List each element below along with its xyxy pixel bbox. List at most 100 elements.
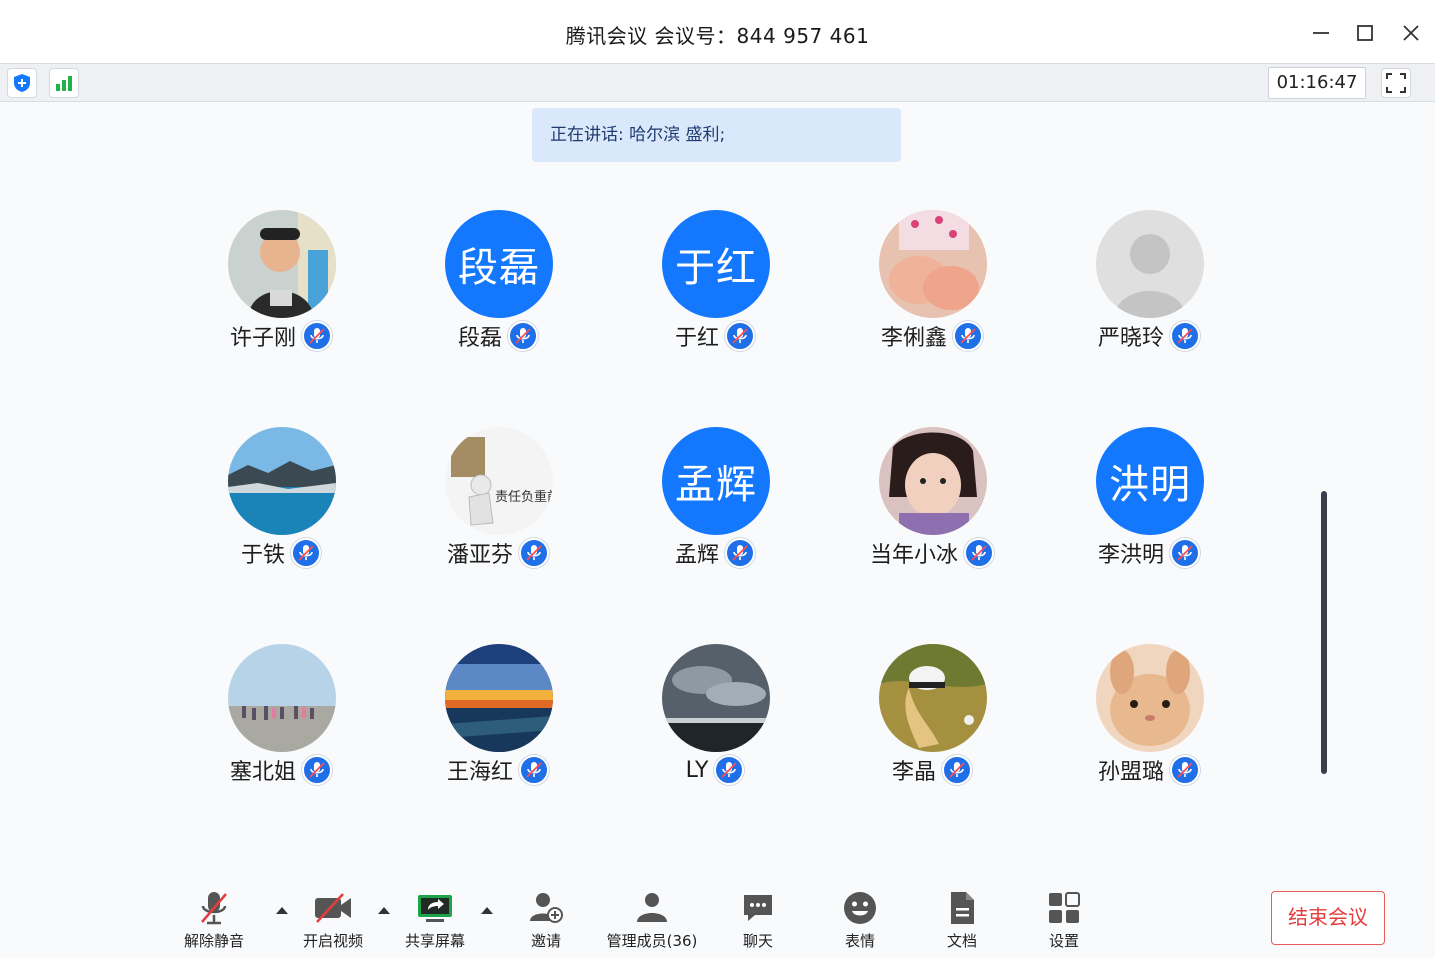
participant-name: 许子刚 <box>229 326 296 351</box>
invite-button[interactable]: 邀请 <box>520 888 572 952</box>
share-screen-icon <box>418 895 452 922</box>
mic-muted-icon <box>732 545 748 561</box>
documents-button[interactable]: 文档 <box>938 888 986 952</box>
participant-tile[interactable]: 严晓玲 <box>1041 210 1257 370</box>
mic-muted-icon <box>1177 762 1193 778</box>
participant-tile[interactable]: 洪明 李洪明 <box>1041 427 1257 587</box>
manage-members-label: 管理成员(36) <box>606 932 698 950</box>
mic-muted-icon <box>526 545 542 561</box>
audio-options-caret-icon[interactable] <box>274 904 290 916</box>
participant-tile[interactable]: 王海红 <box>390 644 606 804</box>
minimize-button[interactable] <box>1306 18 1336 48</box>
video-options-caret-icon[interactable] <box>376 904 392 916</box>
manage-members-button[interactable]: 管理成员(36) <box>602 888 702 952</box>
participant-tile[interactable]: 于铁 <box>173 427 389 587</box>
participant-mic-status <box>714 755 745 785</box>
participant-name: 李俐鑫 <box>880 326 947 351</box>
close-button[interactable] <box>1396 18 1426 48</box>
reactions-button[interactable]: 表情 <box>836 888 884 952</box>
mic-muted-icon <box>732 328 748 344</box>
participant-name-row: 李俐鑫 <box>824 320 1040 352</box>
fullscreen-icon <box>1386 73 1406 93</box>
participant-tile[interactable]: 段磊 段磊 <box>390 210 606 370</box>
participant-mic-status <box>302 755 332 785</box>
participant-avatar <box>879 427 987 535</box>
chat-button[interactable]: 聊天 <box>734 888 782 952</box>
mic-muted-icon <box>515 328 531 344</box>
participant-avatar <box>228 427 336 535</box>
participant-tile[interactable]: 李晶 <box>824 644 1040 804</box>
invite-user-icon <box>530 893 563 923</box>
settings-label: 设置 <box>1048 932 1079 950</box>
invite-label: 邀请 <box>530 932 561 950</box>
share-options-caret-icon[interactable] <box>479 904 495 916</box>
fullscreen-button[interactable] <box>1381 68 1411 98</box>
mic-muted-icon <box>298 545 314 561</box>
participant-name: 于红 <box>674 326 719 351</box>
participant-tile[interactable]: 当年小冰 <box>824 427 1040 587</box>
end-meeting-button[interactable]: 结束会议 <box>1271 891 1385 945</box>
participant-avatar <box>879 644 987 752</box>
participant-avatar <box>445 644 553 752</box>
participant-tile[interactable]: 孟辉 孟辉 <box>607 427 823 587</box>
share-screen-button[interactable]: 共享屏幕 <box>398 888 472 952</box>
window-title: 腾讯会议 会议号：844 957 461 <box>565 24 870 48</box>
unmute-button[interactable]: 解除静音 <box>178 888 250 952</box>
participant-mic-status <box>953 321 983 351</box>
reactions-label: 表情 <box>844 932 875 950</box>
participant-name-row: 段磊 <box>390 320 606 352</box>
participant-name: 塞北姐 <box>229 760 296 785</box>
participant-avatar <box>228 210 336 318</box>
mic-muted-icon <box>309 762 325 778</box>
participant-name: 严晓玲 <box>1097 326 1164 351</box>
participant-avatar <box>1096 644 1204 752</box>
participant-name-row: 潘亚芬 <box>390 537 606 569</box>
chat-label: 聊天 <box>742 932 773 950</box>
participant-mic-status <box>725 538 755 568</box>
participant-avatar: 洪明 <box>1096 427 1204 535</box>
meeting-timer: 01:16:47 <box>1268 67 1366 99</box>
participant-name-row: 当年小冰 <box>824 537 1040 569</box>
network-signal-button[interactable] <box>49 68 79 98</box>
participant-name-row: 孙盟璐 <box>1041 754 1257 786</box>
participant-avatar: 段磊 <box>445 210 553 318</box>
participant-scrollbar[interactable] <box>1321 491 1327 774</box>
maximize-button[interactable] <box>1350 18 1380 48</box>
settings-button[interactable]: 设置 <box>1040 888 1088 952</box>
participant-mic-status <box>942 755 972 785</box>
participant-tile[interactable]: 孙盟璐 <box>1041 644 1257 804</box>
smiley-icon <box>844 892 876 924</box>
mic-muted-icon <box>971 545 987 561</box>
security-button[interactable] <box>7 68 37 98</box>
speaking-indicator: 正在讲话: 哈尔滨 盛利; <box>532 108 901 162</box>
participant-name-row: 塞北姐 <box>173 754 389 786</box>
participant-mic-status <box>508 321 538 351</box>
participant-tile[interactable]: 塞北姐 <box>173 644 389 804</box>
participant-name-row: 于红 <box>607 320 823 352</box>
start-video-label: 开启视频 <box>302 932 363 950</box>
avatar-caption: 责任负重前 <box>495 489 553 505</box>
participant-mic-status <box>725 321 755 351</box>
start-video-button[interactable]: 开启视频 <box>297 888 369 952</box>
mic-muted-icon <box>721 762 738 778</box>
mic-muted-icon <box>309 328 325 344</box>
participant-tile[interactable]: 许子刚 <box>173 210 389 370</box>
participant-avatar <box>879 210 987 318</box>
participant-tile[interactable]: 责任负重前潘亚芬 <box>390 427 606 587</box>
participant-avatar: 责任负重前 <box>445 427 553 535</box>
participant-name-row: 李洪明 <box>1041 537 1257 569</box>
participant-mic-status <box>519 538 549 568</box>
mic-muted-icon <box>1177 328 1193 344</box>
participant-avatar <box>1096 210 1204 318</box>
participant-avatar: 于红 <box>662 210 770 318</box>
participant-name: 段磊 <box>457 326 502 351</box>
participant-name-row: 李晶 <box>824 754 1040 786</box>
participant-tile[interactable]: 李俐鑫 <box>824 210 1040 370</box>
participant-name-row: 严晓玲 <box>1041 320 1257 352</box>
shield-icon <box>14 74 30 92</box>
participant-name: 李晶 <box>891 760 936 785</box>
participant-tile[interactable]: 于红 于红 <box>607 210 823 370</box>
participant-tile[interactable]: LY <box>607 644 823 804</box>
participant-mic-status <box>1170 538 1200 568</box>
chat-bubble-icon <box>744 895 772 921</box>
